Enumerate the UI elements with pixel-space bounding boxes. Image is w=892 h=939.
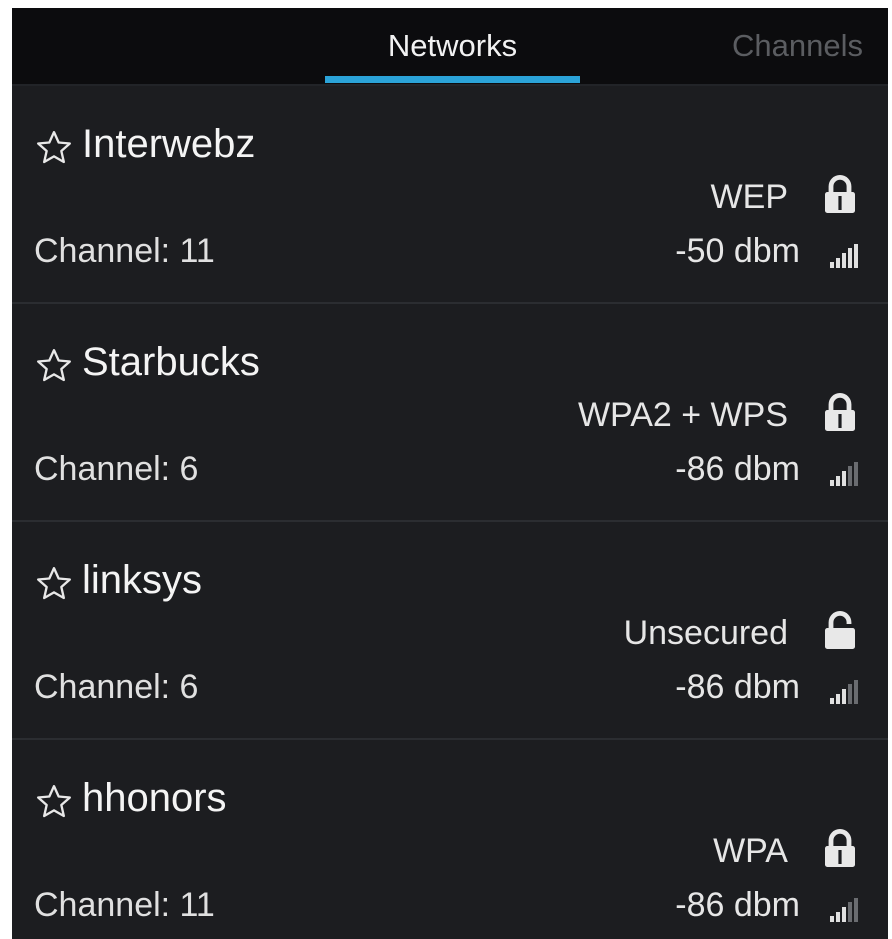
channel-label: Channel: 6 (34, 668, 199, 706)
signal-strength: -86 dbm (675, 450, 800, 488)
network-list: Interwebz WEP Channel: 11 -50 dbm Starbu… (12, 86, 888, 939)
tab-networks[interactable]: Networks (324, 8, 581, 84)
network-row[interactable]: hhonors WPA Channel: 11 -86 dbm (12, 740, 888, 939)
network-row[interactable]: Interwebz WEP Channel: 11 -50 dbm (12, 86, 888, 304)
signal-strength: -86 dbm (675, 668, 800, 706)
network-ssid: hhonors (82, 776, 227, 820)
signal-bars-icon (830, 244, 858, 268)
signal-strength: -50 dbm (675, 232, 800, 270)
network-ssid: Starbucks (82, 340, 260, 384)
lock-closed-icon (825, 393, 855, 431)
channel-label: Channel: 11 (34, 886, 215, 924)
network-row[interactable]: Starbucks WPA2 + WPS Channel: 6 -86 dbm (12, 304, 888, 522)
network-ssid: linksys (82, 558, 203, 602)
security-type: WPA2 + WPS (577, 396, 788, 434)
star-outline-icon[interactable] (34, 128, 74, 168)
star-outline-icon[interactable] (34, 782, 74, 822)
network-ssid: Interwebz (82, 122, 256, 166)
lock-closed-icon (825, 829, 855, 867)
channel-label: Channel: 6 (34, 450, 199, 488)
security-type: WPA (713, 832, 788, 870)
active-tab-indicator (325, 76, 580, 83)
security-type: Unsecured (623, 614, 788, 652)
signal-bars-icon (830, 680, 858, 704)
signal-bars-icon (830, 462, 858, 486)
network-row[interactable]: linksys Unsecured Channel: 6 -86 dbm (12, 522, 888, 740)
signal-bars-icon (830, 898, 858, 922)
star-outline-icon[interactable] (34, 564, 74, 604)
star-outline-icon[interactable] (34, 346, 74, 386)
tab-channels[interactable]: Channels (732, 8, 888, 84)
lock-open-icon (825, 611, 855, 649)
tab-bar: Networks Channels (12, 8, 888, 86)
signal-strength: -86 dbm (675, 886, 800, 924)
wifi-analyzer-screen: Networks Channels Interwebz WEP Channel:… (12, 8, 888, 939)
channel-label: Channel: 11 (34, 232, 215, 270)
lock-closed-icon (825, 175, 855, 213)
security-type: WEP (710, 178, 788, 216)
